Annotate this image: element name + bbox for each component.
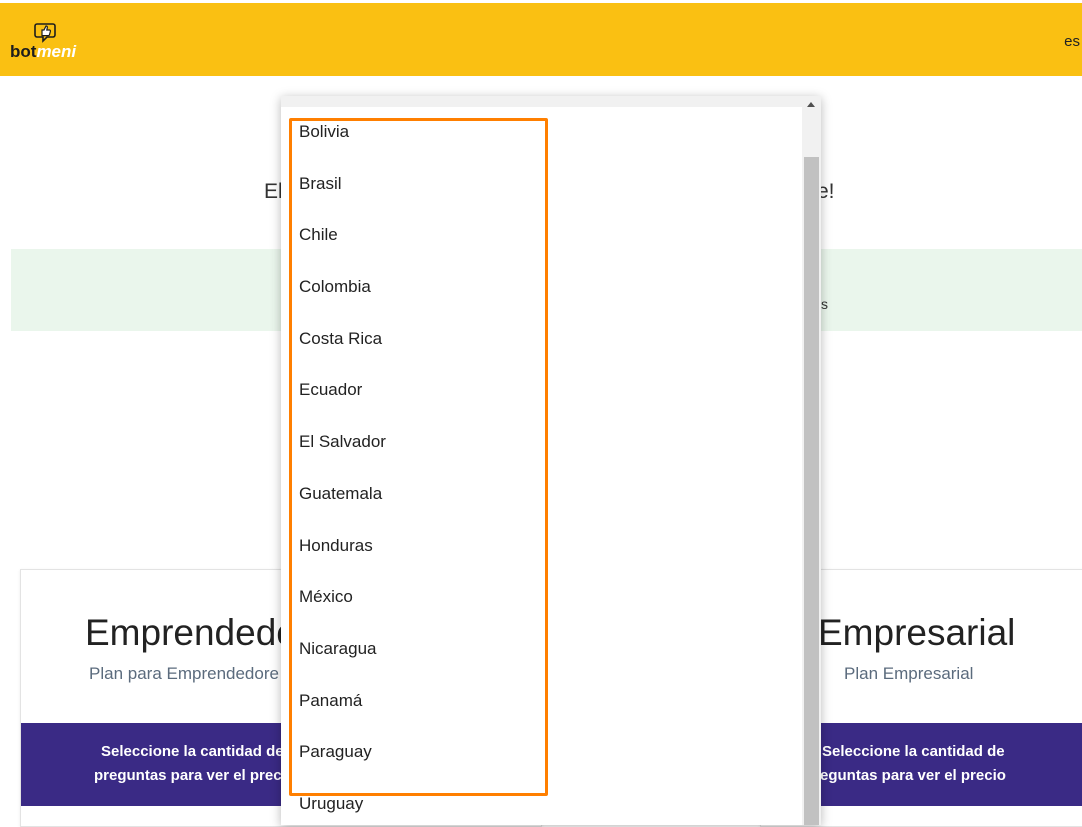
hero-heading-left: El bbox=[264, 180, 283, 203]
plan-title: Empresarial bbox=[818, 612, 1016, 653]
option-colombia[interactable]: Colombia bbox=[281, 273, 801, 325]
language-selector[interactable]: es bbox=[1064, 33, 1080, 50]
option-ecuador[interactable]: Ecuador bbox=[281, 376, 801, 428]
price-band-line-1: Seleccione la cantidad de bbox=[101, 743, 284, 760]
country-dropdown-list[interactable]: Bolivia Brasil Chile Colombia Costa Rica… bbox=[281, 96, 821, 825]
dropdown-top-edge bbox=[281, 96, 821, 107]
option-el-salvador[interactable]: El Salvador bbox=[281, 428, 801, 480]
logo-text-meni: meni bbox=[36, 42, 77, 61]
thumbs-up-chat-icon bbox=[34, 23, 56, 43]
dropdown-scrollbar[interactable] bbox=[802, 96, 821, 825]
option-brasil[interactable]: Brasil bbox=[281, 170, 801, 222]
logo-wordmark: botmeni bbox=[10, 43, 76, 61]
top-header: botmeni es bbox=[0, 3, 1082, 76]
option-bolivia[interactable]: Bolivia bbox=[281, 118, 801, 170]
price-band-line-2: preguntas para ver el precio bbox=[94, 767, 295, 784]
scrollbar-thumb[interactable] bbox=[804, 157, 819, 825]
plan-subtitle: Plan para Emprendedore bbox=[89, 664, 279, 683]
logo-text-bot: bot bbox=[10, 42, 37, 61]
notice-text: s bbox=[821, 296, 828, 312]
option-chile[interactable]: Chile bbox=[281, 221, 801, 273]
price-band-line-2: preguntas para ver el precio bbox=[805, 767, 1006, 784]
option-guatemala[interactable]: Guatemala bbox=[281, 480, 801, 532]
option-paraguay[interactable]: Paraguay bbox=[281, 738, 801, 790]
country-options: Bolivia Brasil Chile Colombia Costa Rica… bbox=[281, 118, 801, 825]
scroll-up-arrow-icon[interactable] bbox=[807, 102, 815, 107]
price-band-line-1: Seleccione la cantidad de bbox=[822, 743, 1005, 760]
option-honduras[interactable]: Honduras bbox=[281, 532, 801, 584]
botmeni-logo[interactable]: botmeni bbox=[10, 21, 90, 65]
plan-title: Emprendedo bbox=[85, 612, 297, 653]
option-mexico[interactable]: México bbox=[281, 583, 801, 635]
option-nicaragua[interactable]: Nicaragua bbox=[281, 635, 801, 687]
plan-subtitle: Plan Empresarial bbox=[844, 664, 974, 683]
option-uruguay[interactable]: Uruguay bbox=[281, 790, 801, 825]
option-panama[interactable]: Panamá bbox=[281, 687, 801, 739]
option-costa-rica[interactable]: Costa Rica bbox=[281, 325, 801, 377]
